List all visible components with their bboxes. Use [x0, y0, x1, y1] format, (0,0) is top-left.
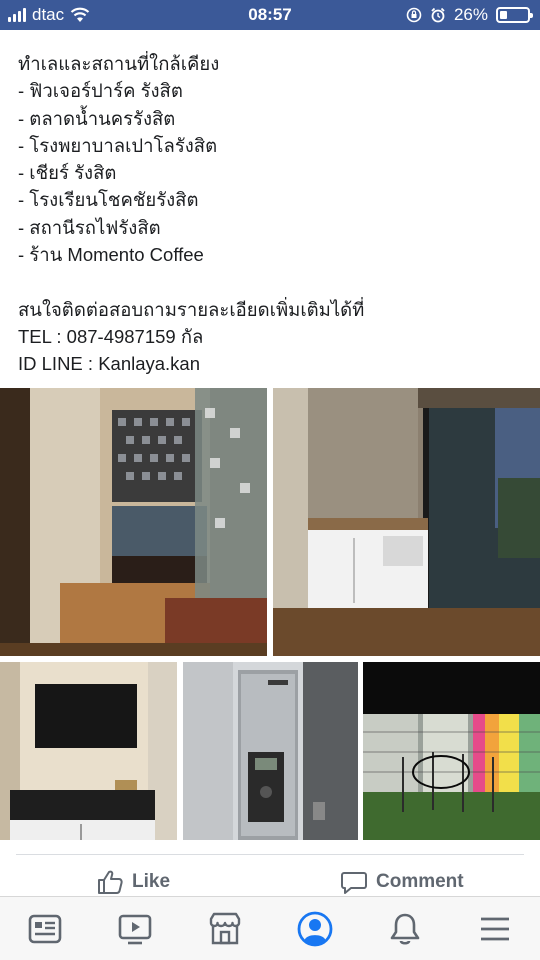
comment-bubble-icon — [341, 872, 367, 894]
news-feed-icon — [28, 914, 62, 944]
post-line: - สถานีรถไฟรังสิต — [18, 216, 161, 238]
like-label: Like — [132, 871, 171, 892]
post-line: - โรงเรียนโชคชัยรังสิต — [18, 189, 199, 211]
profile-icon — [297, 911, 333, 947]
thumbs-up-icon — [98, 870, 123, 894]
post-photo-tv-area[interactable] — [0, 662, 177, 840]
comment-button[interactable]: Comment — [340, 864, 464, 900]
post-photo-living-room[interactable] — [273, 388, 540, 656]
tab-marketplace[interactable] — [203, 907, 247, 951]
tab-notifications[interactable] — [383, 907, 427, 951]
post-line: - ร้าน Momento Coffee — [18, 244, 204, 266]
like-button[interactable]: Like — [96, 864, 170, 900]
living-room-photo-drawing — [273, 388, 540, 656]
post-line: ID LINE : Kanlaya.kan — [18, 353, 201, 375]
tab-menu[interactable] — [473, 907, 517, 951]
post-text: ทำเลและสถานที่ใกล้เคียง - ฟิวเจอร์ปาร์ค ร… — [18, 50, 528, 378]
tv-area-photo-drawing — [0, 662, 177, 840]
notifications-icon — [390, 913, 420, 945]
actions-divider — [16, 854, 524, 855]
status-bar-right: 26% — [406, 0, 533, 30]
tab-profile[interactable] — [293, 907, 337, 951]
post-photo-water-heater[interactable] — [183, 662, 358, 840]
marketplace-icon — [209, 912, 241, 945]
post-line: - โรงพยาบาลเปาโลรังสิต — [18, 134, 218, 156]
water-heater-photo-drawing — [183, 662, 358, 840]
post-line: สนใจติดต่อสอบถามรายละเอียดเพิ่มเติมได้ที… — [18, 298, 365, 320]
post-line: - ตลาดน้ำนครรังสิต — [18, 107, 176, 129]
post-blank-line — [18, 268, 528, 295]
battery-icon — [496, 7, 533, 23]
watch-video-icon — [118, 914, 152, 945]
post-line: - ฟิวเจอร์ปาร์ค รังสิต — [18, 80, 183, 102]
rotation-lock-icon — [406, 7, 422, 23]
post-photo-outdoor-park[interactable] — [363, 662, 540, 840]
post-line: TEL : 087-4987159 กัล — [18, 325, 204, 347]
tab-news-feed[interactable] — [23, 907, 67, 951]
menu-icon — [481, 917, 509, 941]
status-bar: dtac 08:57 26% — [0, 0, 540, 30]
post-line: ทำเลและสถานที่ใกล้เคียง — [18, 53, 220, 74]
alarm-icon — [431, 7, 445, 23]
comment-label: Comment — [376, 871, 464, 892]
post-photo-bedroom[interactable] — [0, 388, 267, 656]
bottom-tab-bar — [0, 896, 540, 960]
post-line: - เชียร์ รังสิต — [18, 162, 117, 184]
tab-watch[interactable] — [113, 907, 157, 951]
battery-percent: 26% — [453, 5, 488, 24]
bedroom-photo-drawing — [0, 388, 267, 656]
outdoor-park-photo-drawing — [363, 662, 540, 840]
